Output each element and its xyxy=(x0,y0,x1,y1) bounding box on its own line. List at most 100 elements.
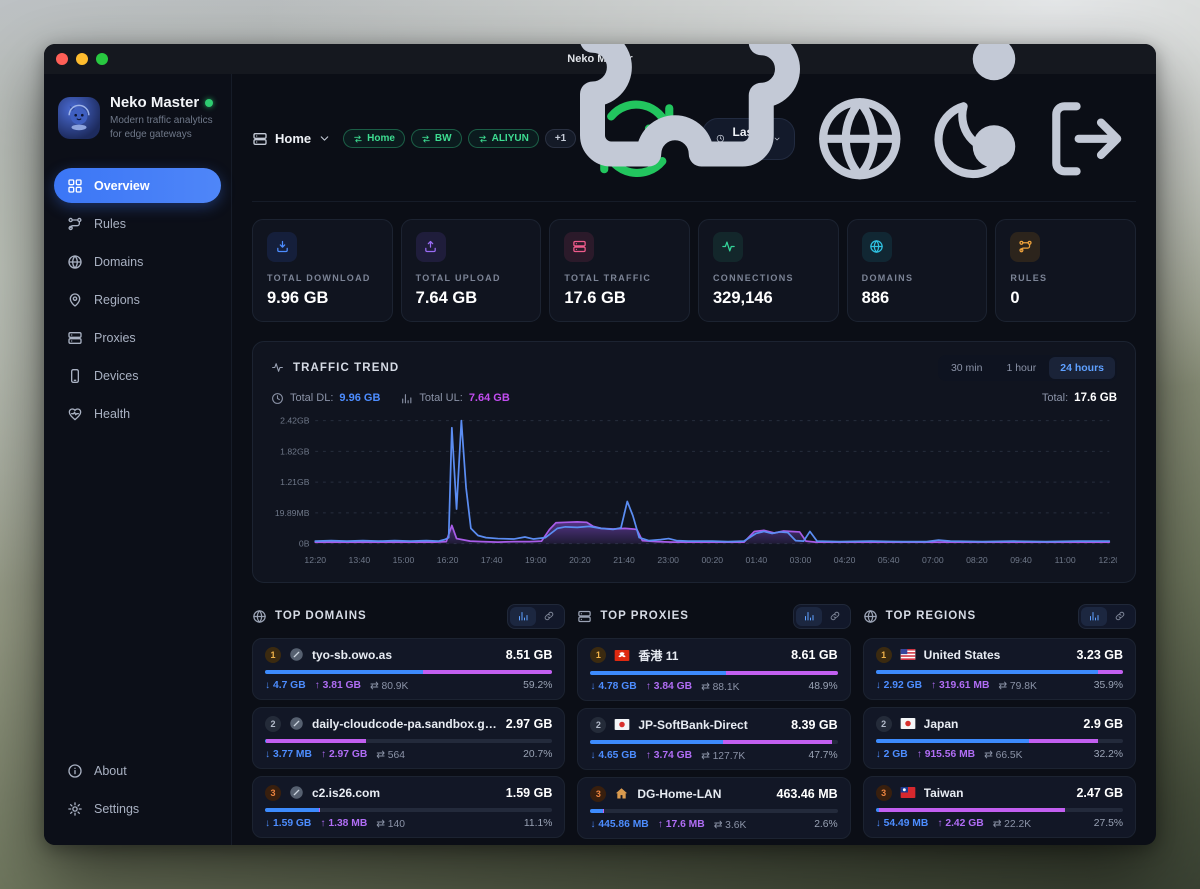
sidebar-item-rules[interactable]: Rules xyxy=(54,206,221,241)
svg-text:05:40: 05:40 xyxy=(878,554,900,564)
home-icon xyxy=(614,786,629,801)
list-item[interactable]: 3 DG-Home-LAN 463.46 MB ↓ 445.86 MB ↑ 17… xyxy=(577,777,850,839)
activity-icon xyxy=(271,361,284,374)
sidebar-nav: OverviewRulesDomains Regions Proxies Device… xyxy=(44,165,231,434)
percent-stat: 47.7% xyxy=(808,750,837,761)
range-tab-24-hours[interactable]: 24 hours xyxy=(1049,357,1115,379)
svg-text:07:00: 07:00 xyxy=(922,554,944,564)
stat-card-total-upload: TOTAL UPLOAD 7.64 GB xyxy=(401,219,542,322)
host-selector[interactable]: Home xyxy=(252,131,331,147)
list-title: TOP REGIONS xyxy=(886,610,976,622)
sidebar-item-label: Proxies xyxy=(94,331,136,345)
item-name: Taiwan xyxy=(924,786,1069,800)
globe-icon xyxy=(252,609,267,624)
range-tab-30-min[interactable]: 30 min xyxy=(940,357,994,379)
list-item[interactable]: 1 香港 11 8.61 GB ↓ 4.78 GB ↑ 3.84 GB ⇄ 88… xyxy=(577,638,850,701)
sidebar-item-devices[interactable]: Devices xyxy=(54,358,221,393)
item-total: 8.61 GB xyxy=(791,648,838,662)
stat-card-domains: DOMAINS 886 xyxy=(847,219,988,322)
list-item[interactable]: 2 daily-cloudcode-pa.sandbox.googl... 2.… xyxy=(252,707,565,769)
minimize-window-button[interactable] xyxy=(76,53,88,65)
traffic-progress-bar xyxy=(590,671,837,675)
sidebar-item-about[interactable]: About xyxy=(54,753,221,788)
link-view-toggle[interactable] xyxy=(1107,607,1133,626)
upload-stat: ↑ 2.97 GB xyxy=(321,749,367,760)
svg-text:1.82GB: 1.82GB xyxy=(280,446,310,456)
link-icon xyxy=(543,610,555,622)
sidebar-item-overview[interactable]: Overview xyxy=(54,168,221,203)
host-tag[interactable]: BW xyxy=(411,129,462,148)
upload-stat: ↑ 3.84 GB xyxy=(646,681,692,692)
sidebar-item-label: Devices xyxy=(94,369,138,383)
svg-text:17:40: 17:40 xyxy=(481,554,503,564)
stat-label: CONNECTIONS xyxy=(713,273,824,283)
activity-icon xyxy=(713,232,743,262)
traffic-progress-bar xyxy=(265,739,552,743)
swap-icon xyxy=(353,134,363,144)
connections-stat: ⇄ 66.5K xyxy=(984,749,1022,761)
list-item[interactable]: 1 United States 3.23 GB ↓ 2.92 GB ↑ 319.… xyxy=(863,638,1136,700)
traffic-lights xyxy=(56,53,108,65)
zoom-window-button[interactable] xyxy=(96,53,108,65)
stat-label: TOTAL TRAFFIC xyxy=(564,273,675,283)
flag-us-icon xyxy=(900,648,916,661)
sidebar-item-health[interactable]: Health xyxy=(54,396,221,431)
upload-stat: ↑ 915.56 MB xyxy=(917,749,975,760)
list-item[interactable]: 3 Taiwan 2.47 GB ↓ 54.49 MB ↑ 2.42 GB ⇄ … xyxy=(863,776,1136,838)
total-value: 17.6 GB xyxy=(1074,392,1117,404)
rank-badge: 3 xyxy=(265,785,281,801)
percent-stat: 11.1% xyxy=(524,818,552,829)
svg-text:19:00: 19:00 xyxy=(525,554,547,564)
flag-jp-icon xyxy=(614,718,630,731)
list-item[interactable]: 2 JP-SoftBank-Direct 8.39 GB ↓ 4.65 GB ↑… xyxy=(577,708,850,770)
item-total: 8.51 GB xyxy=(506,648,553,662)
top-list-top-domains: TOP DOMAINS 1 tyo-sb.owo.as 8.51 GB ↓ 4.… xyxy=(252,604,565,845)
favicon-icon xyxy=(289,647,304,662)
bar-view-toggle[interactable] xyxy=(510,607,536,626)
menu-kebab-icon[interactable] xyxy=(844,44,1144,209)
item-name: tyo-sb.owo.as xyxy=(312,648,498,662)
stat-value: 17.6 GB xyxy=(564,289,675,308)
list-item[interactable]: 1 tyo-sb.owo.as 8.51 GB ↓ 4.7 GB ↑ 3.81 … xyxy=(252,638,565,700)
connections-stat: ⇄ 22.2K xyxy=(993,818,1031,830)
list-item[interactable]: 3 c2.is26.com 1.59 GB ↓ 1.59 GB ↑ 1.38 M… xyxy=(252,776,565,838)
rank-badge: 2 xyxy=(265,716,281,732)
link-view-toggle[interactable] xyxy=(822,607,848,626)
sidebar-item-label: Regions xyxy=(94,293,140,307)
flag-jp-icon xyxy=(900,717,916,730)
svg-text:23:00: 23:00 xyxy=(657,554,679,564)
connections-stat: ⇄ 3.6K xyxy=(714,819,747,831)
clock-icon xyxy=(271,392,284,405)
bar-view-toggle[interactable] xyxy=(796,607,822,626)
globe-icon xyxy=(863,609,878,624)
host-tag[interactable]: ALIYUN xyxy=(468,129,539,148)
sidebar-item-label: Settings xyxy=(94,802,139,816)
cat-mascot-icon xyxy=(64,103,94,133)
svg-text:01:40: 01:40 xyxy=(746,554,768,564)
trend-chart-svg: 2.42GB1.82GB1.21GB19.89MB0B12:2013:4015:… xyxy=(271,411,1117,574)
extensions-icon[interactable] xyxy=(530,44,830,209)
list-title: TOP DOMAINS xyxy=(275,610,367,622)
grid-icon xyxy=(67,178,83,194)
list-item[interactable]: 2 Japan 2.9 GB ↓ 2 GB ↑ 915.56 MB ⇄ 66.5… xyxy=(863,707,1136,769)
traffic-progress-bar xyxy=(876,670,1123,674)
sidebar-item-proxies[interactable]: Proxies xyxy=(54,320,221,355)
close-window-button[interactable] xyxy=(56,53,68,65)
info-icon xyxy=(67,763,83,779)
app-tagline: Modern traffic analytics for edge gatewa… xyxy=(110,114,217,141)
top-lists-row: TOP DOMAINS 1 tyo-sb.owo.as 8.51 GB ↓ 4.… xyxy=(252,604,1136,845)
svg-text:12:20: 12:20 xyxy=(304,554,326,564)
sidebar-item-regions[interactable]: Regions xyxy=(54,282,221,317)
flag-hk-icon xyxy=(614,649,630,662)
bar-view-toggle[interactable] xyxy=(1081,607,1107,626)
app-logo xyxy=(58,97,100,139)
percent-stat: 32.2% xyxy=(1094,749,1123,760)
traffic-trend-chart[interactable]: 2.42GB1.82GB1.21GB19.89MB0B12:2013:4015:… xyxy=(271,411,1117,574)
sidebar-item-domains[interactable]: Domains xyxy=(54,244,221,279)
range-tab-1-hour[interactable]: 1 hour xyxy=(995,357,1047,379)
host-tag[interactable]: Home xyxy=(343,129,405,148)
download-stat: ↓ 4.65 GB xyxy=(590,750,636,761)
sidebar-item-settings[interactable]: Settings xyxy=(54,791,221,826)
link-view-toggle[interactable] xyxy=(536,607,562,626)
item-name: c2.is26.com xyxy=(312,786,498,800)
